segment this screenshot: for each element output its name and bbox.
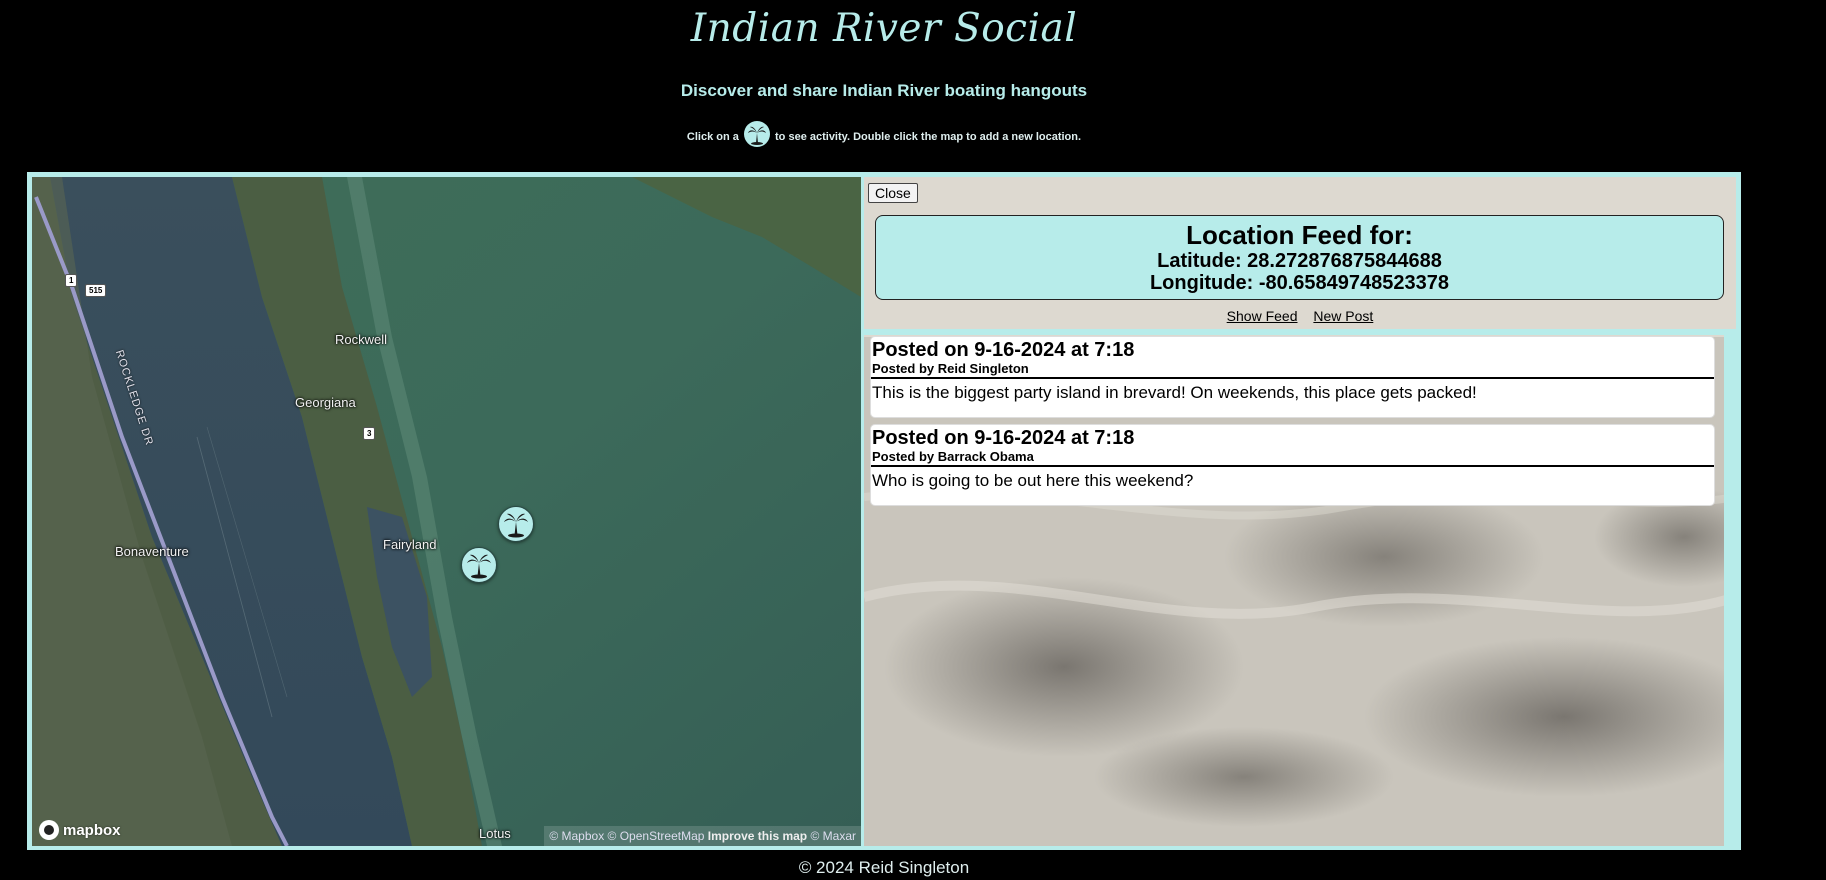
improve-map-link[interactable]: Improve this map [708,829,807,843]
post-body: This is the biggest party island in brev… [872,383,1477,402]
route-shield: 1 [65,274,78,287]
location-feed-title: Location Feed for: [1186,220,1413,250]
location-feed-panel: Close Location Feed for: Latitude: 28.27… [864,177,1736,846]
location-feed-header: Location Feed for: Latitude: 28.27287687… [875,215,1724,300]
instructions: Click on a to see activity. Double click… [0,121,1768,150]
post-author: Posted by Barrack Obama [871,450,1714,467]
post-date: Posted on 9-16-2024 at 7:18 [872,339,1135,361]
palm-tree-icon [504,513,528,538]
site-title: Indian River Social [690,6,1078,51]
app-frame: Rockwell Georgiana Bonaventure Fairyland… [27,172,1741,850]
show-feed-link[interactable]: Show Feed [1227,308,1298,324]
longitude-label: Longitude: -80.65849748523378 [1149,272,1450,294]
mapbox-logo[interactable]: mapbox [39,820,121,840]
route-shield: 3 [363,427,376,440]
post-card: Posted on 9-16-2024 at 7:18 Posted by Re… [870,336,1715,418]
instructions-text-before: Click on a [686,130,739,143]
map-label-fairyland: Fairyland [383,537,437,552]
posts-list: Posted on 9-16-2024 at 7:18 Posted by Re… [864,329,1736,846]
palm-tree-icon [743,121,770,147]
attribution-mapbox-link[interactable]: © Mapbox [549,829,604,843]
close-button[interactable]: Close [868,183,918,203]
post-body: Who is going to be out here this weekend… [872,471,1194,490]
attribution-osm-link[interactable]: © OpenStreetMap [608,829,705,843]
mapbox-logo-icon [39,820,59,840]
location-marker[interactable] [498,506,534,542]
feed-nav: Show Feed New Post [864,308,1736,324]
attribution-maxar-link[interactable]: © Maxar [810,829,856,843]
map-label-rockwell: Rockwell [335,332,388,347]
location-marker[interactable] [461,547,497,583]
map-label-georgiana: Georgiana [295,395,356,410]
map-label-lotus: Lotus [479,826,511,841]
post-date: Posted on 9-16-2024 at 7:18 [872,427,1135,449]
site-subtitle: Discover and share Indian River boating … [680,81,1088,100]
palm-tree-icon [467,554,491,579]
map-attribution: © Mapbox © OpenStreetMap Improve this ma… [544,826,861,846]
instructions-text-after: to see activity. Double click the map to… [775,130,1082,143]
post-author: Posted by Reid Singleton [871,362,1714,379]
post-card: Posted on 9-16-2024 at 7:18 Posted by Ba… [870,424,1715,506]
map-canvas[interactable]: Rockwell Georgiana Bonaventure Fairyland… [32,177,861,846]
footer-copyright: © 2024 Reid Singleton [798,858,970,877]
satellite-imagery [32,177,861,846]
mapbox-logo-text: mapbox [63,821,121,839]
latitude-label: Latitude: 28.272876875844688 [1157,250,1442,272]
route-shield: 515 [85,284,107,297]
new-post-link[interactable]: New Post [1313,308,1373,324]
map-label-bonaventure: Bonaventure [115,544,189,559]
